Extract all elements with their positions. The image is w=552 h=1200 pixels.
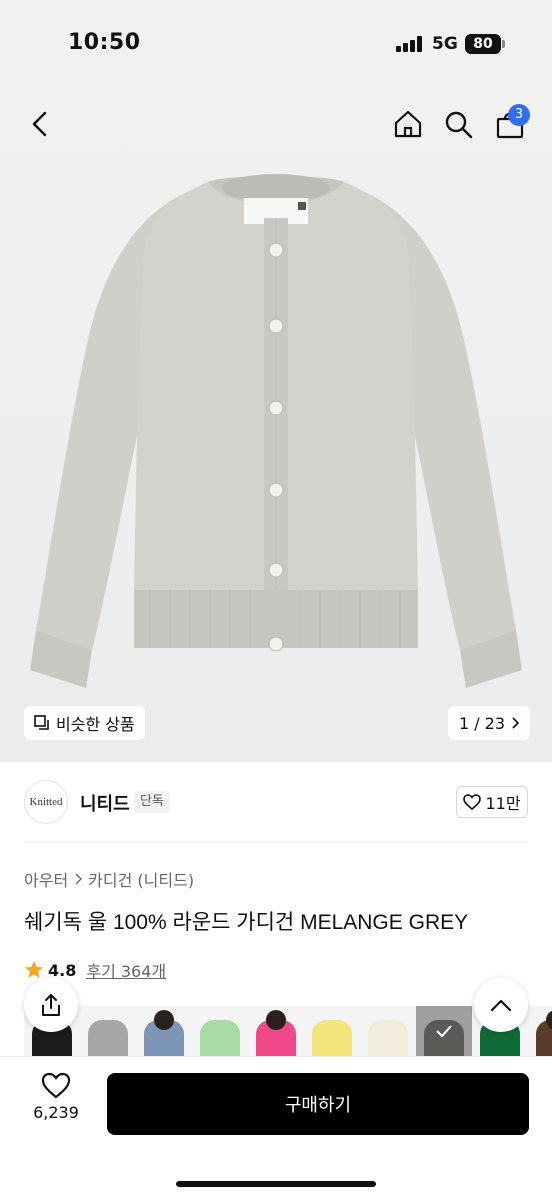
heart-icon: [41, 1072, 71, 1099]
chevron-right-icon: [512, 717, 520, 729]
copy-icon: [34, 715, 49, 730]
breadcrumb-item-outer[interactable]: 아우터: [24, 867, 68, 891]
divider: [24, 842, 528, 843]
selected-check-icon: [416, 1006, 472, 1056]
scroll-top-button[interactable]: [474, 978, 528, 1032]
network-label: 5G: [432, 34, 458, 54]
color-swatch[interactable]: [248, 1006, 304, 1056]
star-icon: [25, 961, 43, 978]
buy-button[interactable]: 구매하기: [107, 1073, 529, 1135]
swatch-model-head: [154, 1010, 174, 1030]
chevron-left-icon: [32, 111, 47, 137]
product-image[interactable]: [0, 90, 552, 762]
reviews-link[interactable]: 후기 364개: [86, 958, 166, 982]
color-swatch[interactable]: [360, 1006, 416, 1056]
swatch-garment: [368, 1020, 408, 1056]
similar-products-label: 비슷한 상품: [56, 715, 135, 734]
color-swatch[interactable]: [192, 1006, 248, 1056]
brand-like-count: 11만: [485, 794, 521, 813]
product-title: 쉐기독 울 100% 라운드 가디건 MELANGE GREY: [24, 911, 469, 934]
swatch-garment: [200, 1020, 240, 1056]
image-counter-text: 1 / 23: [458, 713, 506, 733]
color-swatches: [24, 1006, 552, 1056]
chevron-right-icon: [75, 873, 83, 885]
color-swatch[interactable]: [416, 1006, 472, 1056]
battery-icon: 80: [465, 34, 501, 54]
color-swatch[interactable]: [136, 1006, 192, 1056]
cart-count-badge: 3: [508, 104, 530, 126]
similar-products-button[interactable]: 비슷한 상품: [24, 706, 145, 740]
brand-logo[interactable]: Knitted: [24, 780, 68, 824]
color-swatch[interactable]: [80, 1006, 136, 1056]
swatch-model-head: [266, 1010, 286, 1030]
rating-value: 4.8: [48, 960, 77, 980]
home-icon: [394, 110, 422, 138]
swatch-garment: [88, 1020, 128, 1056]
wishlist-count: 6,239: [33, 1103, 79, 1122]
home-indicator: [176, 1181, 376, 1187]
heart-icon: [463, 794, 482, 810]
status-time: 10:50: [68, 30, 141, 55]
exclusive-badge: 단독: [134, 791, 170, 813]
search-icon: [445, 111, 473, 139]
image-counter[interactable]: 1 / 23: [448, 706, 530, 740]
brand-name[interactable]: 니티드: [80, 790, 130, 816]
status-bar: 10:50 5G 80: [0, 0, 552, 90]
breadcrumb-item-cardigan[interactable]: 카디건 (니티드): [88, 867, 194, 891]
search-button[interactable]: [438, 104, 478, 144]
brand-like-button[interactable]: 11만: [456, 786, 528, 818]
top-navigation: [0, 90, 552, 156]
chevron-up-icon: [490, 999, 512, 1012]
share-button[interactable]: [24, 978, 78, 1032]
breadcrumb: 아우터 카디건 (니티드): [24, 867, 194, 891]
signal-icon: [396, 36, 424, 52]
battery-tip: [502, 40, 505, 48]
color-swatch[interactable]: [304, 1006, 360, 1056]
cardigan-illustration: [30, 174, 522, 688]
share-icon: [42, 994, 60, 1016]
back-button[interactable]: [20, 104, 60, 144]
wishlist-button[interactable]: 6,239: [26, 1072, 86, 1136]
color-swatch[interactable]: [528, 1006, 552, 1056]
swatch-garment: [312, 1020, 352, 1056]
home-button[interactable]: [388, 104, 428, 144]
